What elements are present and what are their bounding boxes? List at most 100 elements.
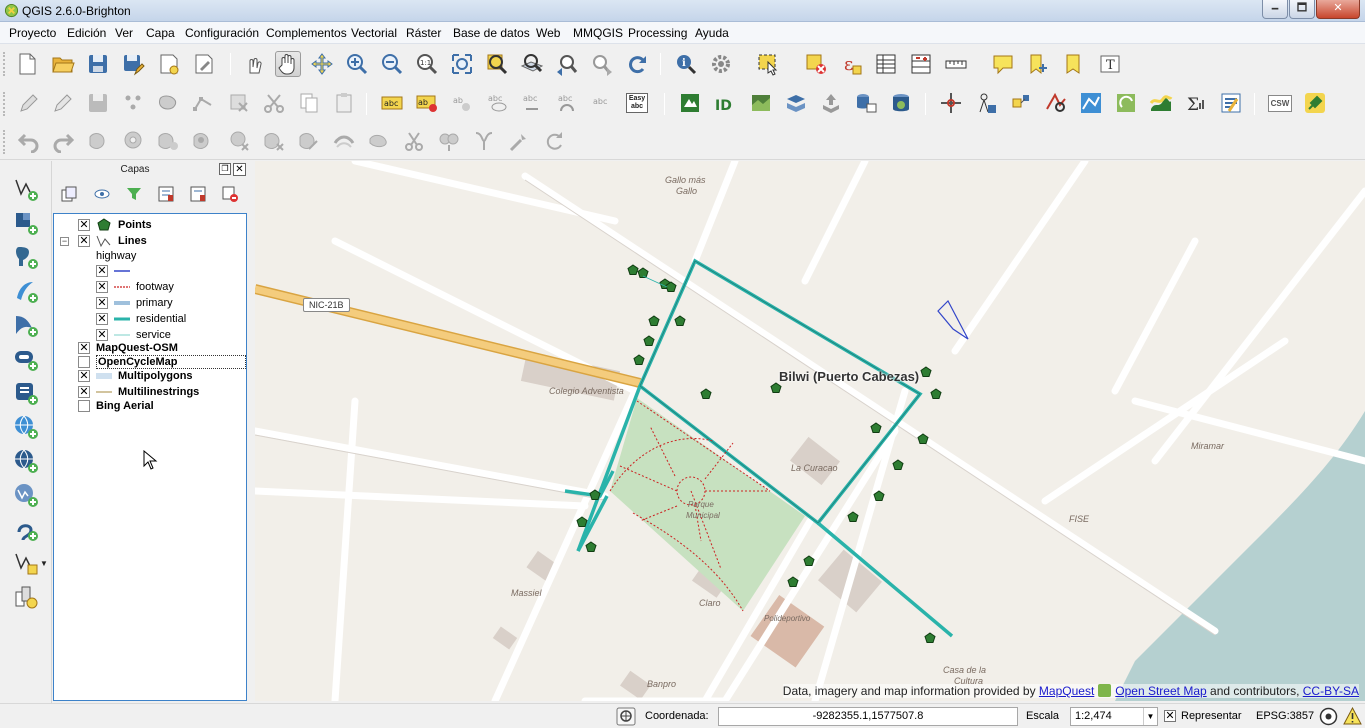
minimize-button[interactable]: 🗕 [1262,0,1288,19]
current-edits-icon[interactable] [16,90,42,116]
class-row-footway[interactable]: ✕ footway [96,279,174,295]
add-virtual-layer-icon[interactable] [12,583,40,611]
osm-link[interactable]: Open Street Map [1115,684,1206,698]
zoom-next-icon[interactable] [589,51,615,77]
add-wcs-layer-icon[interactable] [12,447,40,475]
crs-globe-icon[interactable] [1319,707,1338,726]
scale-combobox[interactable]: 1:2,474 ▼ [1070,707,1158,726]
render-checkbox[interactable]: ✕ [1164,710,1176,722]
class-row-primary[interactable]: ✕ primary [96,295,173,311]
composer-manager-icon[interactable] [191,51,217,77]
save-edits-icon[interactable] [85,90,111,116]
toggle-extents-icon[interactable] [616,707,636,726]
map-tips-icon[interactable] [990,51,1016,77]
refresh-icon[interactable] [624,51,650,77]
delete-part-icon[interactable] [261,128,287,154]
remove-layer-icon[interactable] [219,183,241,205]
menu-configuracion[interactable]: Configuración [185,26,259,40]
raster-import-icon[interactable] [748,90,774,116]
collapse-all-icon[interactable] [187,183,209,205]
class-checkbox[interactable]: ✕ [96,265,108,277]
label-pin-icon[interactable]: ab [414,90,440,116]
merge-selected-icon[interactable] [436,128,462,154]
layer-checkbox[interactable]: ✕ [78,342,90,354]
spatial-query-icon[interactable] [1043,90,1069,116]
new-layer-dropdown-arrow-icon[interactable]: ▼ [40,560,48,568]
menu-proyecto[interactable]: Proyecto [9,26,56,40]
reshape-features-icon[interactable] [296,128,322,154]
attribute-table-icon[interactable] [873,51,899,77]
delete-ring-icon[interactable] [226,128,252,154]
add-group-icon[interactable] [58,183,80,205]
new-bookmark-icon[interactable] [1025,51,1051,77]
layer-checkbox[interactable] [78,400,90,412]
layer-row-points[interactable]: ✕ Points [78,217,152,233]
move-feature-icon[interactable] [155,90,181,116]
add-ring-icon[interactable] [120,128,146,154]
chevron-down-icon[interactable]: ▼ [1143,708,1157,725]
db-manager-icon[interactable] [853,90,879,116]
menu-complementos[interactable]: Complementos [266,26,347,40]
hide-icon[interactable]: ID [712,90,738,116]
add-mssql-layer-icon[interactable] [12,311,40,339]
toggle-editing-icon[interactable] [50,90,76,116]
offset-curve-icon[interactable] [331,128,357,154]
menu-ver[interactable]: Ver [115,26,133,40]
zoom-to-selection-icon[interactable] [484,51,510,77]
gps-tool-icon[interactable] [1008,90,1034,116]
menu-mmqgis[interactable]: MMQGIS [573,26,623,40]
add-wfs-layer-icon[interactable] [12,481,40,509]
undo-icon[interactable] [16,128,42,154]
maximize-button[interactable]: 🗖 [1289,0,1315,19]
close-panel-button[interactable]: ✕ [233,163,246,176]
close-button[interactable]: ✕ [1316,0,1360,19]
expression-select-icon[interactable]: ε [838,51,864,77]
license-link[interactable]: CC-BY-SA [1303,684,1359,698]
add-db2-layer-icon[interactable] [12,379,40,407]
layer-row-bing-aerial[interactable]: Bing Aerial [78,398,154,414]
save-as-icon[interactable] [120,51,146,77]
label-show-hide-icon[interactable]: abc [484,90,510,116]
layer-checkbox[interactable]: ✕ [78,219,90,231]
filter-legend-icon[interactable] [123,183,145,205]
class-checkbox[interactable]: ✕ [96,313,108,325]
menu-vectorial[interactable]: Vectorial [351,26,397,40]
rotate-feature-icon[interactable] [541,128,567,154]
copy-features-icon[interactable] [296,90,322,116]
csw-icon[interactable]: CSW [1267,90,1293,116]
pan-to-selection-icon[interactable] [309,51,335,77]
fill-ring-icon[interactable] [190,128,216,154]
menu-web[interactable]: Web [536,26,560,40]
coordinate-input[interactable]: -9282355.1,1577507.8 [718,707,1018,726]
georeferencer-icon[interactable] [938,90,964,116]
action-gear-icon[interactable] [708,51,734,77]
messages-warning-icon[interactable] [1343,706,1362,726]
menu-ayuda[interactable]: Ayuda [695,26,729,40]
float-panel-button[interactable]: ❐ [219,163,231,175]
new-project-icon[interactable] [14,51,40,77]
menu-base-de-datos[interactable]: Base de datos [453,26,530,40]
metadata-icon[interactable] [1218,90,1244,116]
easy-labels-icon[interactable]: Easy abc [624,90,650,116]
layer-row-lines[interactable]: ✕ Lines [78,233,147,249]
heatmap-icon[interactable] [1148,90,1174,116]
statistics-sum-icon[interactable]: Σ [1183,90,1209,116]
split-features-icon[interactable] [366,128,392,154]
add-oracle-layer-icon[interactable] [12,345,40,373]
zoom-native-icon[interactable]: 1:1 [414,51,440,77]
mapquest-link[interactable]: MapQuest [1039,684,1094,698]
label-highlight-icon[interactable]: ab [449,90,475,116]
new-print-composer-icon[interactable] [156,51,182,77]
label-rotate-icon[interactable]: abc [554,90,580,116]
node-tool-icon[interactable] [190,90,216,116]
add-postgis-layer-icon[interactable] [12,243,40,271]
layer-labeling-icon[interactable]: abc [379,90,405,116]
postgis-icon[interactable] [888,90,914,116]
layer-checkbox[interactable]: ✕ [78,370,90,382]
paste-features-icon[interactable] [331,90,357,116]
class-row-default[interactable]: ✕ [96,263,136,279]
save-project-icon[interactable] [85,51,111,77]
topology-checker-icon[interactable] [1078,90,1104,116]
layer-checkbox[interactable]: ✕ [78,235,90,247]
new-shapefile-icon[interactable] [12,549,40,577]
